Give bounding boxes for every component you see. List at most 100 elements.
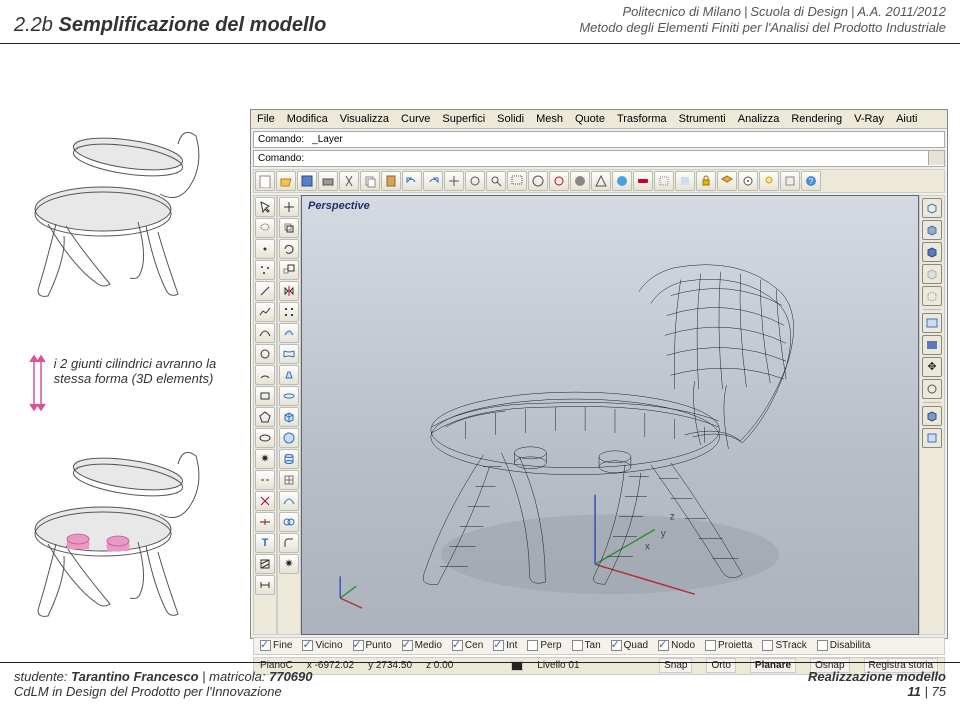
- lasso-icon[interactable]: [255, 218, 275, 238]
- split-icon[interactable]: [255, 512, 275, 532]
- rendered-mode-icon[interactable]: [922, 242, 942, 262]
- pan-icon[interactable]: [444, 171, 464, 191]
- select-icon[interactable]: [255, 197, 275, 217]
- hide-icon[interactable]: [654, 171, 674, 191]
- osnap-label[interactable]: Perp: [540, 640, 561, 651]
- points-icon[interactable]: [255, 260, 275, 280]
- menu-item[interactable]: Superfici: [442, 113, 485, 125]
- explode-icon[interactable]: ✷: [255, 449, 275, 469]
- osnap-label[interactable]: Proietta: [718, 640, 752, 651]
- wireframe-mode-icon[interactable]: [922, 198, 942, 218]
- osnap-label[interactable]: Int: [506, 640, 517, 651]
- menu-item[interactable]: Solidi: [497, 113, 524, 125]
- scale-icon[interactable]: [279, 260, 299, 280]
- paste-icon[interactable]: [381, 171, 401, 191]
- explode2-icon[interactable]: ✷: [279, 554, 299, 574]
- menu-item[interactable]: File: [257, 113, 275, 125]
- zoom-extents-icon[interactable]: [528, 171, 548, 191]
- move-icon[interactable]: [279, 197, 299, 217]
- top-view-icon[interactable]: [922, 428, 942, 448]
- surface-icon[interactable]: [279, 323, 299, 343]
- osnap-label[interactable]: Vicino: [315, 640, 342, 651]
- menu-item[interactable]: Mesh: [536, 113, 563, 125]
- trim-icon[interactable]: [255, 491, 275, 511]
- perspective-icon[interactable]: [922, 406, 942, 426]
- menu-item[interactable]: Modifica: [287, 113, 328, 125]
- rect-icon[interactable]: [255, 386, 275, 406]
- cylinder-icon[interactable]: [279, 449, 299, 469]
- new-icon[interactable]: [255, 171, 275, 191]
- arc-icon[interactable]: [255, 365, 275, 385]
- open-icon[interactable]: [276, 171, 296, 191]
- box-icon[interactable]: [279, 407, 299, 427]
- menu-item[interactable]: Analizza: [738, 113, 780, 125]
- ellipse-icon[interactable]: [255, 428, 275, 448]
- sphere-icon[interactable]: [279, 428, 299, 448]
- osnap-label[interactable]: Fine: [273, 640, 292, 651]
- menu-item[interactable]: Curve: [401, 113, 430, 125]
- command-input[interactable]: Comando:: [253, 150, 945, 167]
- zoom-in-icon[interactable]: [486, 171, 506, 191]
- xray-mode-icon[interactable]: [922, 286, 942, 306]
- text-icon[interactable]: T: [255, 533, 275, 553]
- wireframe-icon[interactable]: [591, 171, 611, 191]
- menu-item[interactable]: Quote: [575, 113, 605, 125]
- undo-icon[interactable]: [402, 171, 422, 191]
- ghosted-mode-icon[interactable]: [922, 264, 942, 284]
- rotate-view2-icon[interactable]: [922, 379, 942, 399]
- blend-icon[interactable]: [279, 491, 299, 511]
- shade-toggle-icon[interactable]: [922, 335, 942, 355]
- zoom-selected-icon[interactable]: [549, 171, 569, 191]
- menu-item[interactable]: Trasforma: [617, 113, 667, 125]
- redo-icon[interactable]: [423, 171, 443, 191]
- show-icon[interactable]: [675, 171, 695, 191]
- menu-item[interactable]: Rendering: [791, 113, 842, 125]
- bool-icon[interactable]: [279, 512, 299, 532]
- print-icon[interactable]: [318, 171, 338, 191]
- light-icon[interactable]: [759, 171, 779, 191]
- curve-icon[interactable]: [255, 323, 275, 343]
- layers-icon[interactable]: [717, 171, 737, 191]
- join-icon[interactable]: [255, 470, 275, 490]
- osnap-label[interactable]: Medio: [415, 640, 442, 651]
- osnap-label[interactable]: Nodo: [671, 640, 695, 651]
- viewport-perspective[interactable]: Perspective z y x: [301, 195, 919, 635]
- lock-icon[interactable]: [696, 171, 716, 191]
- fillet-icon[interactable]: [279, 533, 299, 553]
- save-icon[interactable]: [297, 171, 317, 191]
- render-icon[interactable]: [612, 171, 632, 191]
- osnap-label[interactable]: Quad: [624, 640, 648, 651]
- osnap-label[interactable]: Tan: [585, 640, 601, 651]
- line-icon[interactable]: [255, 281, 275, 301]
- menu-item[interactable]: V-Ray: [854, 113, 884, 125]
- properties-icon[interactable]: [738, 171, 758, 191]
- shaded-mode-icon[interactable]: [922, 220, 942, 240]
- hatch-icon[interactable]: [255, 554, 275, 574]
- menu-item[interactable]: Strumenti: [679, 113, 726, 125]
- shade-icon[interactable]: [570, 171, 590, 191]
- pan-view-icon[interactable]: ✥: [922, 357, 942, 377]
- array-icon[interactable]: [279, 302, 299, 322]
- dim-icon[interactable]: [255, 575, 275, 595]
- flat-shade-icon[interactable]: [922, 313, 942, 333]
- osnap-label[interactable]: Punto: [366, 640, 392, 651]
- help-icon[interactable]: ?: [801, 171, 821, 191]
- options-icon[interactable]: [780, 171, 800, 191]
- extrude-icon[interactable]: [279, 365, 299, 385]
- rotate-view-icon[interactable]: [465, 171, 485, 191]
- polygon-icon[interactable]: [255, 407, 275, 427]
- menu-item[interactable]: Visualizza: [340, 113, 389, 125]
- circle-icon[interactable]: [255, 344, 275, 364]
- copy-icon[interactable]: [360, 171, 380, 191]
- mesh-icon[interactable]: [279, 470, 299, 490]
- mirror-icon[interactable]: [279, 281, 299, 301]
- polyline-icon[interactable]: [255, 302, 275, 322]
- point-icon[interactable]: [255, 239, 275, 259]
- osnap-label[interactable]: Cen: [465, 640, 483, 651]
- copy-obj-icon[interactable]: [279, 218, 299, 238]
- command-dropdown-icon[interactable]: [928, 151, 944, 165]
- loft-icon[interactable]: [279, 344, 299, 364]
- menu-item[interactable]: Aiuti: [896, 113, 917, 125]
- car-icon[interactable]: [633, 171, 653, 191]
- osnap-label[interactable]: Disabilita: [830, 640, 871, 651]
